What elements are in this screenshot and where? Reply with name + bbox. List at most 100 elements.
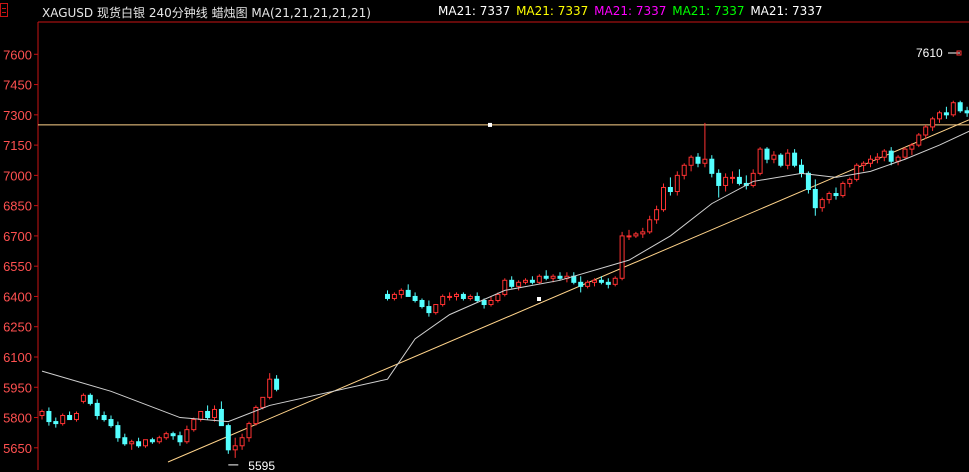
candle-body (474, 295, 480, 301)
candle-body (80, 394, 86, 402)
candle-body (481, 299, 487, 306)
candle-body (156, 437, 162, 443)
chart-title: XAGUSD 现货白银 240分钟线 蜡烛图 MA(21,21,21,21,21… (42, 4, 371, 21)
candle-body (39, 410, 45, 417)
candle-body (585, 281, 591, 287)
y-tick-label: 6400 (3, 289, 32, 304)
candle-body (184, 429, 190, 443)
ma21-line (41, 130, 969, 423)
candle-body (143, 439, 148, 447)
period-label: 240分钟线 (148, 6, 208, 20)
candle-body (502, 279, 508, 295)
candle-body (647, 219, 653, 233)
candle-body (467, 295, 473, 299)
candle-body (385, 293, 390, 299)
candle-body (930, 118, 936, 128)
candle-body (543, 275, 549, 279)
candlestick-chart[interactable]: 7600 7450 7300 7150 7000 6850 6700 6550 6400 6250… (0, 0, 969, 472)
candle-body (129, 441, 135, 445)
candle-body (398, 289, 404, 295)
candle-body (736, 176, 742, 184)
ma-label: MA21: (516, 4, 554, 18)
candle-body (136, 441, 142, 447)
candle-body (847, 178, 853, 184)
candle-body (730, 176, 735, 179)
candle-body (536, 275, 542, 283)
candle-body (943, 112, 949, 116)
candle-body (218, 408, 224, 427)
candle-body (757, 148, 763, 174)
candle-body (557, 275, 563, 279)
candle-body (667, 186, 673, 193)
candle-body (419, 299, 425, 308)
candle-body (764, 148, 770, 160)
candle-body (771, 154, 777, 160)
candle-body (674, 174, 680, 193)
ma-readout-4: MA21: 7337 (672, 4, 748, 18)
candle-body (191, 419, 197, 431)
y-tick-label: 5800 (3, 411, 32, 426)
candle-body (433, 304, 439, 314)
low-price-label: 5595 (248, 459, 275, 472)
candle-body (923, 126, 929, 136)
candle-body (488, 299, 494, 306)
candle-body (909, 144, 915, 150)
candle-body (598, 279, 604, 283)
candle-body (861, 162, 867, 166)
candle-body (205, 410, 211, 419)
candle-body (874, 156, 880, 160)
y-tick-label: 7450 (3, 78, 32, 93)
resistance-line-handle (488, 122, 492, 127)
candle-body (605, 281, 611, 285)
y-tick-label: 5950 (3, 380, 32, 395)
candle-body (170, 433, 176, 437)
candle-body (67, 415, 73, 421)
candle-body (391, 293, 397, 299)
candle-body (246, 423, 252, 439)
candle-body (881, 150, 887, 158)
candle-body (426, 306, 432, 314)
candle-body (937, 112, 942, 120)
last-price-label: 7610 (916, 46, 943, 60)
chart-settings-icon[interactable] (0, 3, 8, 17)
ma-readouts: MA21: 7337 MA21: 7337 MA21: 7337 MA21: 7… (438, 4, 825, 18)
candle-body (74, 412, 79, 421)
ma-readout-5: MA21: 7337 (750, 4, 822, 18)
candle-body (149, 439, 155, 443)
candle-body (198, 410, 204, 421)
candle-body (232, 445, 238, 451)
candle-body (709, 158, 715, 174)
support-trendline (167, 119, 969, 463)
y-tick-label: 7600 (3, 47, 32, 62)
candle-body (902, 148, 908, 158)
ma-readout-1: MA21: 7337 (438, 4, 514, 18)
candle-body (53, 421, 59, 425)
candle-body (225, 425, 231, 451)
candle-body (854, 164, 860, 180)
indicator-label: MA(21,21,21,21,21) (251, 6, 371, 20)
ma-value: 7337 (713, 4, 745, 18)
candle-body (101, 415, 107, 421)
candle-body (792, 152, 798, 166)
ma-label: MA21: (594, 4, 633, 18)
candle-body (681, 164, 687, 176)
candle-body (799, 164, 804, 174)
candle-body (267, 378, 273, 398)
y-tick-label: 6700 (3, 229, 32, 244)
candle-body (550, 275, 556, 279)
ma-value: 7337 (479, 4, 511, 18)
candle-body (840, 182, 846, 197)
trendline-handle (537, 297, 541, 301)
y-tick-label: 6100 (3, 350, 32, 365)
candle-body (785, 152, 791, 166)
candle-body (633, 233, 639, 237)
ma-value: 7337 (792, 4, 823, 18)
y-tick-label: 6550 (3, 259, 32, 274)
candle-body (868, 158, 873, 164)
candle-body (87, 394, 93, 404)
y-tick-label: 6250 (3, 320, 32, 335)
candle-body (716, 172, 722, 186)
candle-body (626, 235, 632, 238)
candle-body (688, 156, 694, 166)
candle-body (523, 279, 528, 283)
